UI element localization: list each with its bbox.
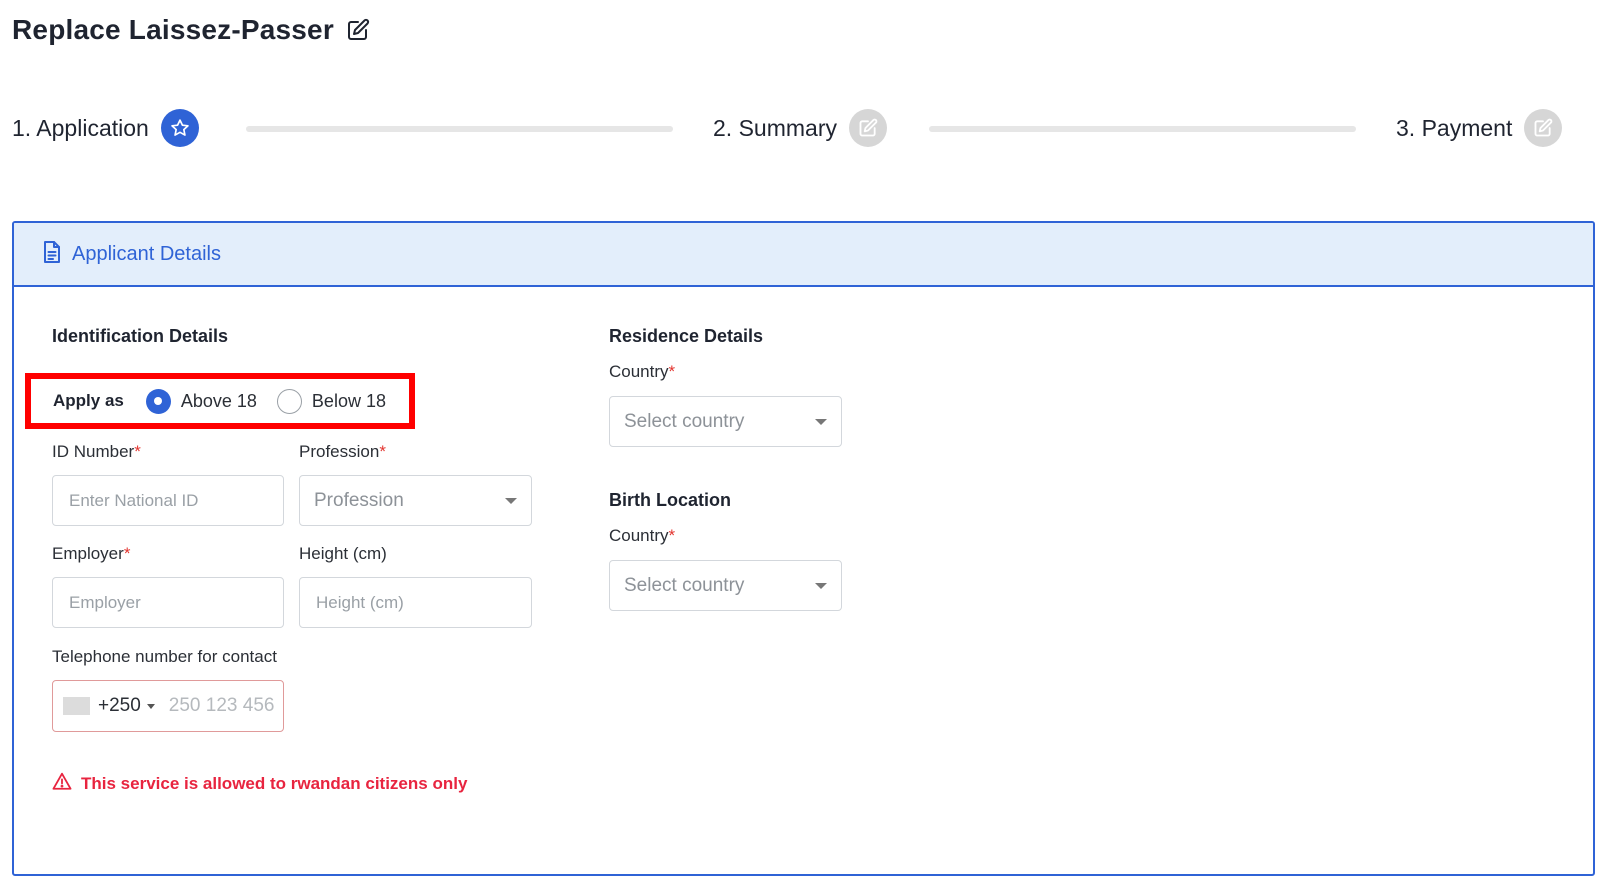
dial-code[interactable]: +250 [98, 695, 141, 717]
residence-country-label: Country* [609, 362, 676, 381]
warning-triangle-icon [52, 772, 72, 795]
employer-input[interactable] [69, 592, 283, 613]
employer-label: Employer* [52, 544, 131, 563]
chevron-down-icon [815, 582, 827, 589]
citizenship-warning: This service is allowed to rwandan citiz… [52, 772, 467, 795]
star-icon [160, 109, 199, 147]
radio-label: Above 18 [180, 390, 257, 411]
radio-checked[interactable] [145, 388, 171, 414]
employer-field[interactable] [52, 577, 284, 628]
chevron-down-icon[interactable] [146, 703, 155, 709]
apply-as-group: Apply as Above 18 Below 18 [25, 373, 415, 429]
step-payment[interactable]: 3. Payment [1396, 108, 1563, 148]
card-title: Applicant Details [72, 242, 221, 265]
step-summary[interactable]: 2. Summary [713, 108, 887, 148]
id-number-label: ID Number* [52, 442, 141, 461]
step-connector [246, 126, 673, 132]
profession-placeholder: Profession [314, 489, 404, 511]
identification-details-title: Identification Details [52, 326, 229, 346]
birth-country-select[interactable]: Select country [609, 560, 842, 611]
edit-icon [1524, 109, 1563, 147]
step-label: 1. Application [12, 114, 149, 141]
birth-country-label: Country* [609, 526, 676, 545]
residence-country-select[interactable]: Select country [609, 396, 842, 447]
id-number-field[interactable] [52, 475, 284, 526]
radio-unchecked[interactable] [276, 388, 302, 414]
step-label: 2. Summary [713, 114, 837, 141]
step-application[interactable]: 1. Application [12, 108, 199, 148]
residence-country-placeholder: Select country [624, 410, 745, 432]
progress-stepper: 1. Application 2. Summary 3. Payment [12, 108, 1594, 150]
radio-above-18[interactable]: Above 18 [145, 388, 257, 414]
height-field[interactable] [299, 577, 532, 628]
profession-label: Profession* [299, 442, 386, 461]
telephone-input[interactable] [168, 695, 279, 717]
radio-below-18[interactable]: Below 18 [276, 388, 386, 414]
page-title: Replace Laissez-Passer [12, 14, 334, 45]
apply-as-label: Apply as [53, 391, 124, 410]
page-title-row: Replace Laissez-Passer [12, 14, 370, 46]
chevron-down-icon [815, 418, 827, 425]
edit-icon [848, 109, 887, 147]
step-label: 3. Payment [1396, 114, 1513, 141]
birth-country-placeholder: Select country [624, 574, 745, 596]
warning-text: This service is allowed to rwandan citiz… [81, 773, 468, 793]
flag-icon[interactable] [63, 697, 90, 715]
residence-details-title: Residence Details [609, 326, 764, 346]
height-label: Height (cm) [299, 544, 387, 563]
birth-location-title: Birth Location [609, 490, 731, 510]
document-icon [42, 240, 62, 269]
card-header: Applicant Details [14, 223, 1593, 287]
telephone-label: Telephone number for contact [52, 647, 277, 666]
profession-select[interactable]: Profession [299, 475, 532, 526]
edit-icon[interactable] [346, 18, 370, 42]
telephone-field[interactable]: +250 [52, 680, 284, 732]
step-connector [929, 126, 1356, 132]
radio-label: Below 18 [311, 390, 386, 411]
height-input[interactable] [316, 592, 531, 613]
chevron-down-icon [505, 497, 517, 504]
id-number-input[interactable] [69, 490, 283, 511]
